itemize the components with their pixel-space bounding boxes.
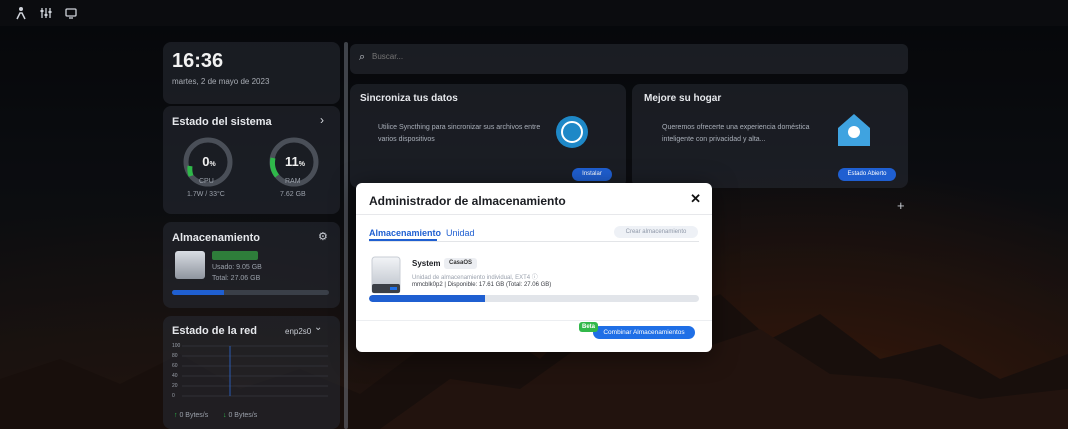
person-icon[interactable] (14, 6, 28, 20)
network-y-tick: 100 (172, 343, 181, 349)
ram-value: 11% (285, 154, 305, 169)
chevron-down-icon[interactable]: ⌄ (314, 322, 322, 333)
top-bar (0, 0, 1068, 26)
system-status-title: Estado del sistema (172, 116, 272, 128)
network-y-tick: 80 (172, 353, 178, 359)
storage-usage-fill (369, 295, 485, 302)
storage-tag (212, 251, 258, 260)
screen-icon[interactable] (64, 6, 78, 20)
cpu-power: 1.7W / 33°C (187, 191, 225, 198)
app-desc: Utilice Syncthing para sincronizar sus a… (378, 124, 541, 143)
cpu-value: 0% (202, 154, 216, 169)
storage-used: Usado: 9.05 GB (212, 264, 262, 271)
search-icon: ⌕ (359, 51, 366, 63)
network-y-tick: 60 (172, 363, 178, 369)
syncthing-icon (556, 116, 588, 148)
upload-rate: ↑ 0 Bytes/s (174, 412, 209, 419)
hard-drive-icon (371, 256, 401, 294)
clock-date: martes, 2 de mayo de 2023 (172, 77, 270, 86)
network-y-tick: 40 (172, 373, 178, 379)
install-button[interactable]: Instalar (572, 168, 612, 181)
network-y-tick: 0 (172, 393, 175, 399)
app-title: Mejore su hogar (644, 93, 722, 104)
download-rate: ↓ 0 Bytes/s (223, 412, 258, 419)
storage-total: Total: 27.06 GB (212, 275, 261, 282)
storage-usage-bar (369, 295, 699, 302)
open-state-button[interactable]: Estado Abierto (838, 168, 896, 181)
storage-progress (172, 290, 329, 295)
app-desc: Queremos ofrecerte una experiencia domés… (662, 124, 810, 143)
beta-badge: Beta (579, 322, 599, 332)
drive-icon (175, 251, 205, 279)
divider (356, 214, 712, 215)
scroll-divider[interactable] (344, 42, 348, 429)
ram-label: RAM (285, 178, 301, 185)
app-card-home[interactable]: Mejore su hogar Queremos ofrecerte una e… (632, 84, 908, 188)
storage-name: System (412, 259, 441, 268)
tab-rule (369, 241, 699, 242)
network-y-tick: 20 (172, 383, 178, 389)
tab-storage[interactable]: Almacenamiento (369, 228, 441, 238)
search-bar[interactable]: ⌕ (350, 44, 908, 74)
create-storage-button[interactable]: Crear almacenamiento (614, 226, 698, 238)
gear-icon[interactable]: ⚙ (318, 230, 328, 243)
storage-badge: CasaOS (444, 258, 478, 269)
storage-type: Unidad de almacenamiento individual, EXT… (412, 275, 538, 281)
divider (356, 320, 712, 321)
storage-title: Almacenamiento (172, 232, 261, 244)
clock-time: 16:36 (172, 50, 224, 72)
chevron-right-icon[interactable]: › (320, 113, 324, 127)
storage-detail: mmcblk0p2 | Disponible: 17.61 GB (Total:… (412, 282, 552, 288)
combine-storage-button[interactable]: Combinar Almacenamientos (593, 326, 695, 339)
active-tab-indicator (369, 239, 437, 241)
home-assistant-icon (838, 114, 870, 146)
dialog-title: Administrador de almacenamiento (369, 194, 566, 208)
sliders-icon[interactable] (39, 6, 53, 20)
tab-drive[interactable]: Unidad (446, 228, 475, 238)
network-interface[interactable]: enp2s0 (285, 327, 311, 336)
close-icon[interactable]: ✕ (690, 191, 701, 207)
cpu-label: CPU (199, 178, 214, 185)
app-card-syncthing[interactable]: Sincroniza tus datos Utilice Syncthing p… (350, 84, 626, 188)
storage-manager-dialog: Administrador de almacenamiento ✕ Almace… (356, 183, 712, 352)
ram-size: 7.62 GB (280, 191, 306, 198)
add-icon[interactable]: + (897, 198, 905, 213)
app-title: Sincroniza tus datos (360, 93, 458, 104)
network-chart (182, 345, 328, 397)
search-input[interactable] (372, 52, 572, 61)
network-title: Estado de la red (172, 325, 257, 337)
